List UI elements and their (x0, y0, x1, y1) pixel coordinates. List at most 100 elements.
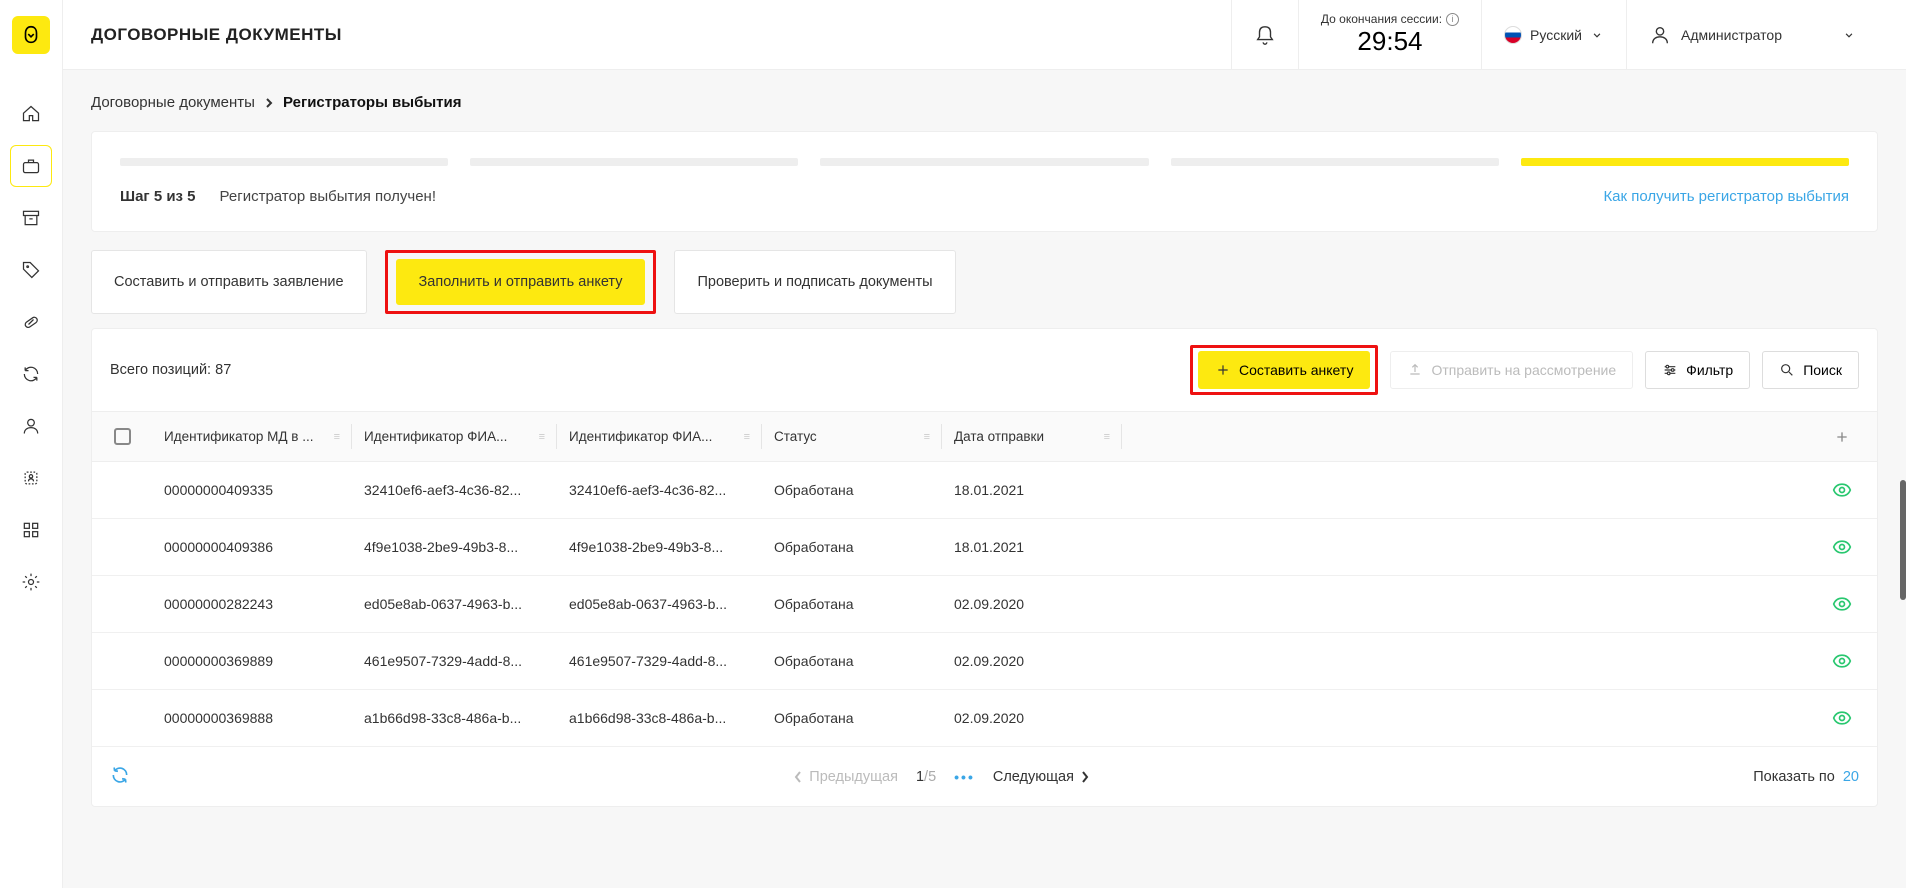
user-role-label: Администратор (1681, 27, 1782, 43)
nav-sync[interactable] (10, 353, 52, 395)
progress-card: Шаг 5 из 5 Регистратор выбытия получен! … (91, 131, 1878, 232)
notifications-button[interactable] (1231, 0, 1298, 69)
search-button[interactable]: Поиск (1762, 351, 1859, 389)
nav-archive[interactable] (10, 197, 52, 239)
next-page-button[interactable]: Следующая (993, 769, 1090, 785)
session-timer-block: До окончания сессии:i 29:54 (1298, 0, 1481, 69)
plus-icon (1215, 362, 1231, 378)
cell-status: Обработана (762, 690, 942, 746)
chevron-right-icon (1080, 770, 1090, 784)
highlight-fill-tab: Заполнить и отправить анкету (385, 250, 657, 314)
tab-verify-sign[interactable]: Проверить и подписать документы (674, 250, 955, 314)
cell-spacer (1122, 462, 1807, 518)
pagination: Предыдущая 1/5 ••• Следующая Показать по… (92, 747, 1877, 806)
table-header: Идентификатор МД в ...≡ Идентификатор ФИ… (92, 411, 1877, 462)
info-icon[interactable]: i (1446, 13, 1459, 26)
column-status[interactable]: Статус≡ (762, 412, 942, 461)
view-row-button[interactable] (1807, 462, 1877, 518)
progress-step-label: Шаг 5 из 5 (120, 188, 196, 205)
progress-bar-3 (820, 158, 1148, 166)
nav-documents[interactable] (10, 145, 52, 187)
tab-compose-application[interactable]: Составить и отправить заявление (91, 250, 367, 314)
progress-help-link[interactable]: Как получить регистратор выбытия (1603, 188, 1849, 205)
page-size-selector: Показать по 20 (1753, 769, 1859, 785)
send-review-button: Отправить на рассмотрение (1390, 351, 1633, 389)
eye-icon (1832, 708, 1852, 728)
user-menu[interactable]: Администратор (1626, 0, 1878, 69)
progress-bar-4 (1171, 158, 1499, 166)
cell-fias1: 461e9507-7329-4add-8... (352, 633, 557, 689)
cell-spacer (1122, 519, 1807, 575)
session-timer: 29:54 (1357, 26, 1422, 57)
eye-icon (1832, 651, 1852, 671)
column-fias2[interactable]: Идентификатор ФИА...≡ (557, 412, 762, 461)
nav-home[interactable] (10, 93, 52, 135)
cell-md-id: 00000000369888 (152, 690, 352, 746)
view-row-button[interactable] (1807, 633, 1877, 689)
cell-status: Обработана (762, 462, 942, 518)
nav-user[interactable] (10, 405, 52, 447)
cell-status: Обработана (762, 576, 942, 632)
table-row[interactable]: 0000000040933532410ef6-aef3-4c36-82...32… (92, 462, 1877, 519)
refresh-button[interactable] (110, 765, 130, 788)
view-row-button[interactable] (1807, 519, 1877, 575)
table-body: 0000000040933532410ef6-aef3-4c36-82...32… (92, 462, 1877, 747)
nav-tag[interactable] (10, 249, 52, 291)
filter-icon (1662, 362, 1678, 378)
cell-spacer (1122, 633, 1807, 689)
table-card: Всего позиций: 87 Составить анкету Отпра… (91, 328, 1878, 807)
table-row[interactable]: 00000000369889461e9507-7329-4add-8...461… (92, 633, 1877, 690)
select-all-checkbox[interactable] (114, 428, 131, 445)
breadcrumb: Договорные документы Регистраторы выбыти… (91, 94, 1878, 111)
total-positions: Всего позиций: 87 (110, 362, 231, 378)
sync-icon (21, 364, 41, 384)
create-form-button[interactable]: Составить анкету (1198, 351, 1370, 389)
page-menu-button[interactable]: ••• (954, 769, 975, 785)
cell-md-id: 00000000282243 (152, 576, 352, 632)
cell-fias1: a1b66d98-33c8-486a-b... (352, 690, 557, 746)
cell-fias2: 4f9e1038-2be9-49b3-8... (557, 519, 762, 575)
scrollbar-thumb[interactable] (1900, 480, 1906, 600)
column-date[interactable]: Дата отправки≡ (942, 412, 1122, 461)
breadcrumb-current: Регистраторы выбытия (283, 94, 462, 111)
action-tabs: Составить и отправить заявление Заполнит… (91, 250, 1878, 314)
cell-status: Обработана (762, 633, 942, 689)
home-icon (21, 104, 41, 124)
plus-icon (1834, 429, 1850, 445)
nav-apps[interactable] (10, 509, 52, 551)
progress-bars (120, 158, 1849, 166)
table-row[interactable]: 00000000369888a1b66d98-33c8-486a-b...a1b… (92, 690, 1877, 747)
refresh-icon (110, 765, 130, 785)
table-row[interactable]: 000000004093864f9e1038-2be9-49b3-8...4f9… (92, 519, 1877, 576)
app-logo[interactable] (12, 16, 50, 54)
language-selector[interactable]: Русский (1481, 0, 1626, 69)
row-checkbox-cell (92, 519, 152, 575)
column-add[interactable] (1807, 412, 1877, 461)
nav-pill[interactable] (10, 301, 52, 343)
nav-org[interactable] (10, 457, 52, 499)
column-fias1[interactable]: Идентификатор ФИА...≡ (352, 412, 557, 461)
column-md-id[interactable]: Идентификатор МД в ...≡ (152, 412, 352, 461)
tab-fill-form[interactable]: Заполнить и отправить анкету (396, 259, 646, 305)
progress-bar-2 (470, 158, 798, 166)
page-size-value[interactable]: 20 (1843, 769, 1859, 785)
page-size-label: Показать по (1753, 769, 1835, 785)
chevron-down-icon (1842, 28, 1856, 42)
nav-settings[interactable] (10, 561, 52, 603)
cell-fias2: a1b66d98-33c8-486a-b... (557, 690, 762, 746)
breadcrumb-root[interactable]: Договорные документы (91, 94, 255, 111)
row-checkbox-cell (92, 462, 152, 518)
cell-date: 02.09.2020 (942, 690, 1122, 746)
filter-button[interactable]: Фильтр (1645, 351, 1750, 389)
cell-fias1: ed05e8ab-0637-4963-b... (352, 576, 557, 632)
header-right: До окончания сессии:i 29:54 Русский Адми… (1231, 0, 1878, 69)
table-row[interactable]: 00000000282243ed05e8ab-0637-4963-b...ed0… (92, 576, 1877, 633)
archive-icon (21, 208, 41, 228)
column-checkbox (92, 412, 152, 461)
flag-icon (1504, 26, 1522, 44)
highlight-create-form: Составить анкету (1190, 345, 1378, 395)
view-row-button[interactable] (1807, 576, 1877, 632)
cell-spacer (1122, 690, 1807, 746)
page-indicator: 1/5 (916, 769, 936, 785)
view-row-button[interactable] (1807, 690, 1877, 746)
